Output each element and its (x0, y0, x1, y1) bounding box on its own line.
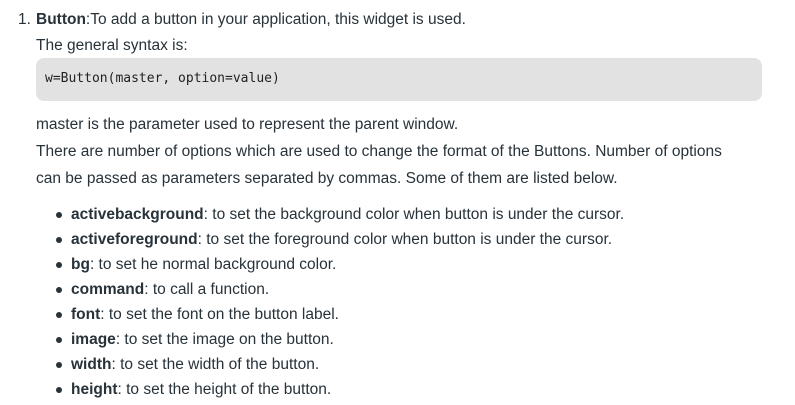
options-list: activebackground: to set the background … (0, 202, 624, 402)
list-item: image: to set the image on the button. (0, 327, 624, 352)
code-text: w=Button(master, option=value) (45, 71, 280, 86)
option-desc: : to set the image on the button. (115, 331, 334, 348)
option-name: font (71, 306, 101, 323)
option-name: command (71, 281, 145, 298)
option-desc: : to set the background color when butto… (203, 206, 625, 223)
option-name: bg (71, 256, 90, 273)
item-title: Button (36, 11, 86, 28)
item-title-line: Button:To add a button in your applicati… (36, 9, 466, 31)
list-item: bg: to set he normal background color. (0, 252, 624, 277)
syntax-heading: The general syntax is: (36, 37, 188, 54)
bullet-icon (56, 337, 62, 343)
option-name: height (71, 381, 118, 398)
list-item: command: to call a function. (0, 277, 624, 302)
bullet-icon (56, 262, 62, 268)
paragraph-options-2: can be passed as parameters separated by… (36, 170, 618, 187)
list-item: height: to set the height of the button. (0, 377, 624, 402)
list-item: width: to set the width of the button. (0, 352, 624, 377)
option-name: width (71, 356, 112, 373)
list-item: font: to set the font on the button labe… (0, 302, 624, 327)
bullet-icon (56, 387, 62, 393)
paragraph-options-1: There are number of options which are us… (36, 143, 722, 160)
option-desc: : to set the font on the button label. (100, 306, 339, 323)
bullet-icon (56, 287, 62, 293)
bullet-icon (56, 212, 62, 218)
code-block: w=Button(master, option=value) (36, 58, 762, 101)
option-name: activebackground (71, 206, 204, 223)
option-desc: : to set the width of the button. (111, 356, 320, 373)
paragraph-master: master is the parameter used to represen… (36, 116, 459, 133)
option-name: image (71, 331, 116, 348)
option-desc: : to set the foreground color when butto… (197, 231, 613, 248)
option-name: activeforeground (71, 231, 198, 248)
list-item-number: 1. (18, 11, 31, 28)
option-desc: : to call a function. (144, 281, 270, 298)
option-desc: : to set he normal background color. (89, 256, 337, 273)
bullet-icon (56, 362, 62, 368)
item-intro: :To add a button in your application, th… (85, 11, 466, 28)
list-item: activeforeground: to set the foreground … (0, 227, 624, 252)
option-desc: : to set the height of the button. (117, 381, 332, 398)
bullet-icon (56, 312, 62, 318)
list-item: activebackground: to set the background … (0, 202, 624, 227)
bullet-icon (56, 237, 62, 243)
